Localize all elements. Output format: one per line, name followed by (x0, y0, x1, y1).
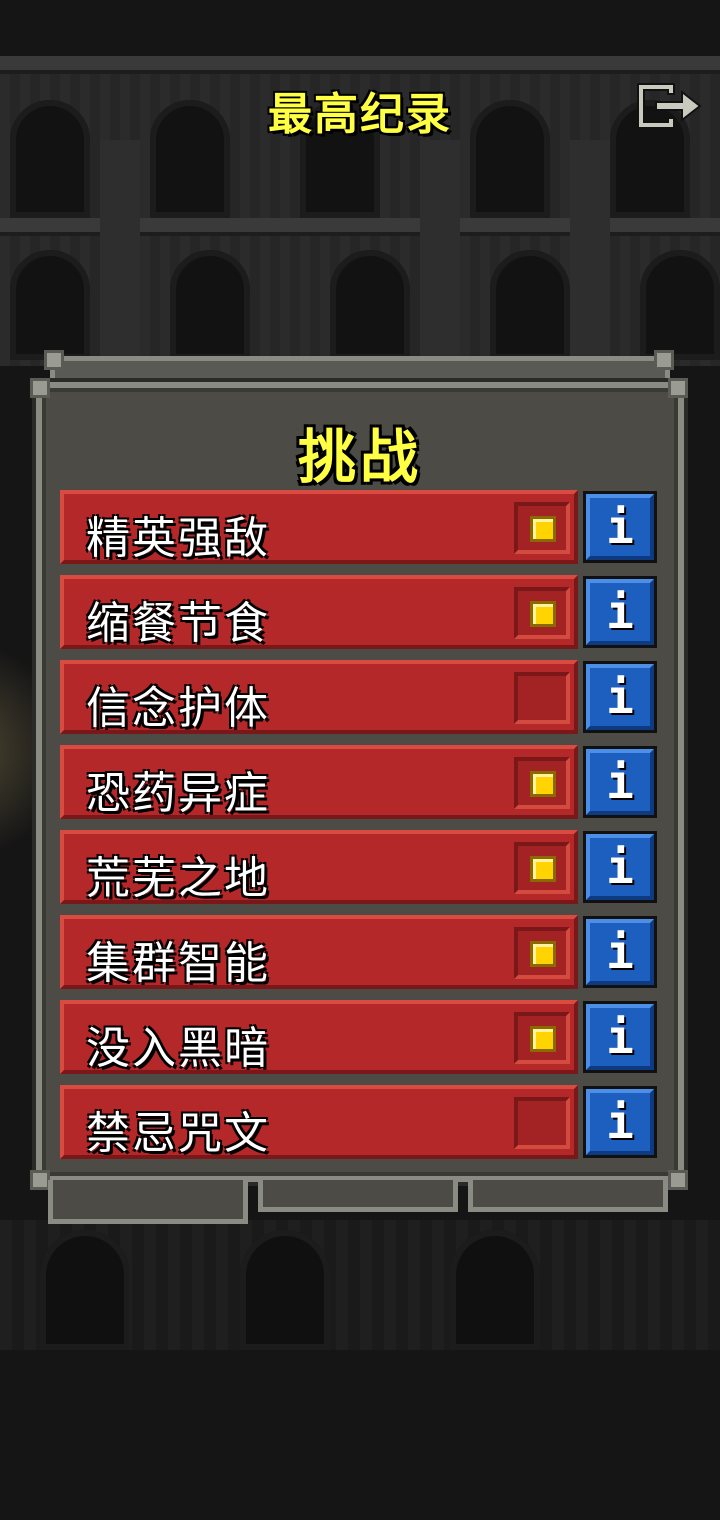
info-icon: i (606, 585, 634, 639)
challenge-checkbox[interactable] (514, 1012, 570, 1064)
exit-icon (637, 83, 702, 129)
challenge-label: 没入黑暗 (86, 1023, 270, 1074)
info-button[interactable]: i (583, 576, 657, 648)
challenge-row-on-diet[interactable]: 缩餐节食 (60, 575, 578, 649)
info-icon: i (606, 840, 634, 894)
checked-mark (530, 601, 556, 627)
tab-1[interactable] (48, 1180, 248, 1224)
info-button[interactable]: i (583, 831, 657, 903)
info-button[interactable]: i (583, 1086, 657, 1158)
challenge-checkbox[interactable] (514, 502, 570, 554)
challenge-label: 精英强敌 (86, 513, 270, 564)
checked-mark (530, 771, 556, 797)
info-icon: i (606, 925, 634, 979)
info-icon: i (606, 755, 634, 809)
challenge-row-forbidden-runes[interactable]: 禁忌咒文 (60, 1085, 578, 1159)
panel-rivet (654, 350, 674, 370)
challenge-row-into-darkness[interactable]: 没入黑暗 (60, 1000, 578, 1074)
info-button[interactable]: i (583, 1001, 657, 1073)
challenge-checkbox[interactable] (514, 1097, 570, 1149)
info-icon: i (606, 1095, 634, 1149)
challenge-label: 集群智能 (86, 938, 270, 989)
panel-rivet (30, 378, 50, 398)
info-icon: i (606, 1010, 634, 1064)
challenge-row-faith-armor[interactable]: 信念护体 (60, 660, 578, 734)
info-icon: i (606, 500, 634, 554)
info-button[interactable]: i (583, 661, 657, 733)
challenge-row-pharmacophobia[interactable]: 恐药异症 (60, 745, 578, 819)
challenge-label: 荒芜之地 (86, 853, 270, 904)
info-button[interactable]: i (583, 916, 657, 988)
challenge-row-swarm-intelligence[interactable]: 集群智能 (60, 915, 578, 989)
info-button[interactable]: i (583, 746, 657, 818)
info-icon: i (606, 670, 634, 724)
page-title: 最高纪录 (268, 89, 452, 140)
checked-mark (530, 941, 556, 967)
checked-mark (530, 1026, 556, 1052)
panel-rivet (44, 350, 64, 370)
challenge-checkbox[interactable] (514, 842, 570, 894)
challenge-row-barren-land[interactable]: 荒芜之地 (60, 830, 578, 904)
tab-3[interactable] (468, 1180, 668, 1212)
challenge-checkbox[interactable] (514, 587, 570, 639)
panel-rivet (30, 1170, 50, 1190)
challenge-checkbox[interactable] (514, 672, 570, 724)
challenge-checkbox[interactable] (514, 927, 570, 979)
tab-2[interactable] (258, 1180, 458, 1212)
info-button[interactable]: i (583, 491, 657, 563)
panel-rivet (668, 378, 688, 398)
panel-rivet (668, 1170, 688, 1190)
exit-button[interactable] (634, 80, 706, 132)
checked-mark (530, 516, 556, 542)
panel-top-rail (50, 356, 670, 382)
challenge-label: 恐药异症 (86, 768, 270, 819)
challenge-row-elite-enemies[interactable]: 精英强敌 (60, 490, 578, 564)
panel-title: 挑战 (297, 423, 422, 491)
challenge-label: 禁忌咒文 (86, 1108, 270, 1159)
challenge-label: 信念护体 (86, 683, 270, 734)
checked-mark (530, 856, 556, 882)
challenge-checkbox[interactable] (514, 757, 570, 809)
challenge-label: 缩餐节食 (86, 598, 270, 649)
